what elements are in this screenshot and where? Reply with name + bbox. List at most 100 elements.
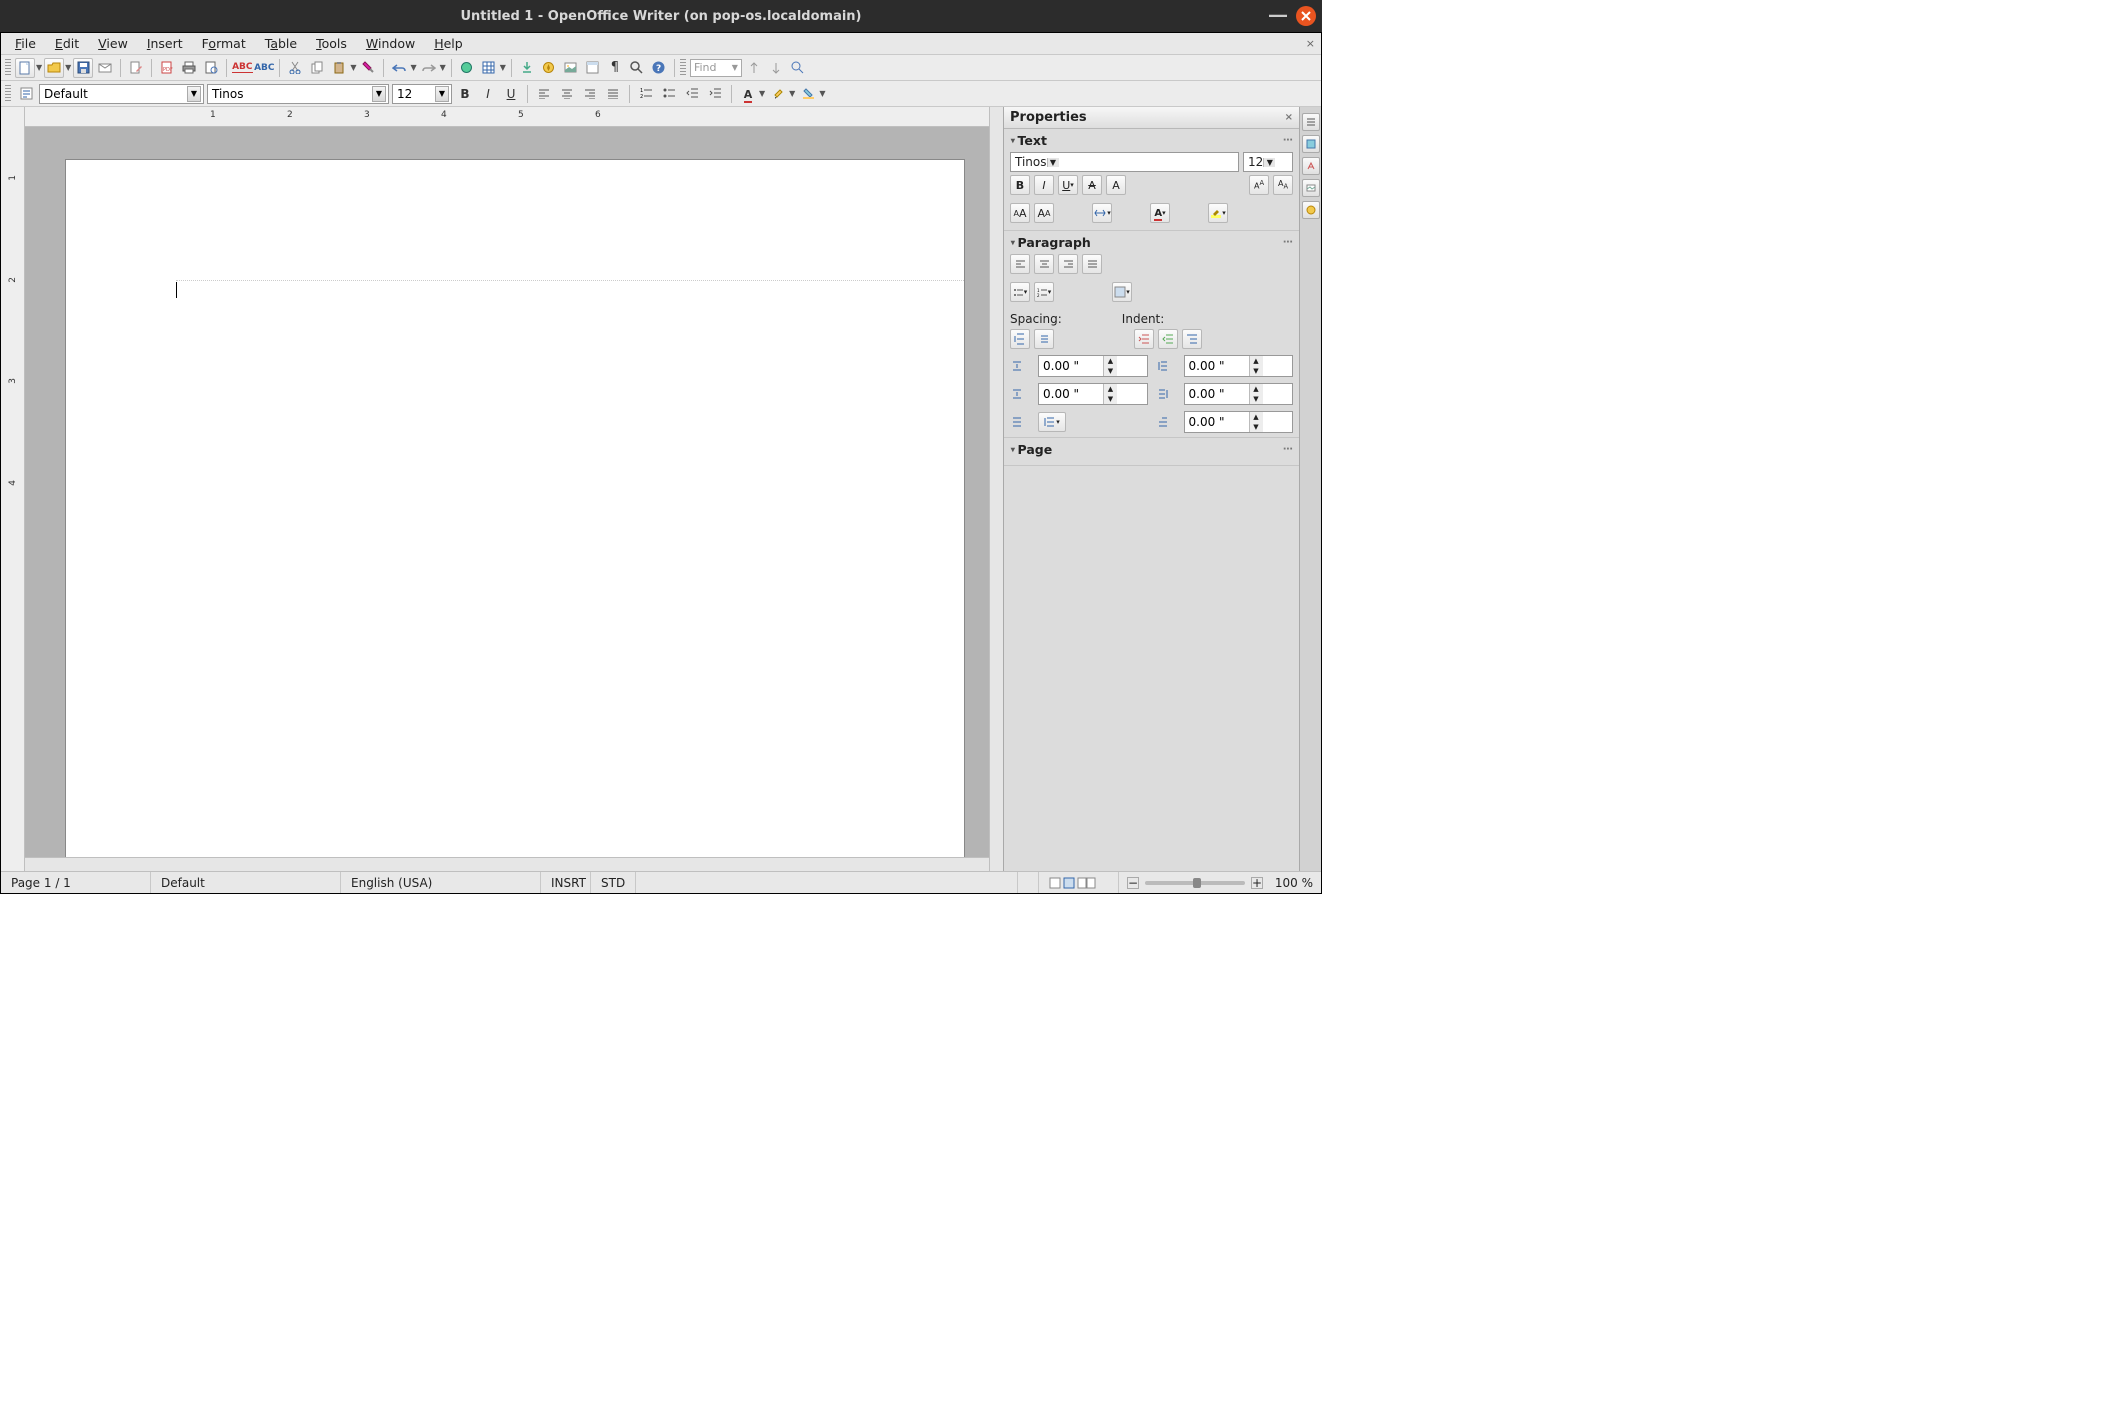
status-view-layout[interactable] <box>1039 872 1119 893</box>
find-next-button[interactable] <box>766 58 786 78</box>
sidebar-subscript-button[interactable]: AA <box>1273 175 1293 195</box>
menu-tools[interactable]: Tools <box>308 34 355 53</box>
redo-button[interactable] <box>419 58 439 78</box>
sidebar-underline-button[interactable]: U▾ <box>1058 175 1078 195</box>
find-prev-button[interactable] <box>744 58 764 78</box>
bullet-list-button[interactable] <box>659 84 679 104</box>
status-selection-mode[interactable]: STD <box>591 872 636 893</box>
document-area[interactable] <box>25 127 989 857</box>
paragraph-style-combo[interactable]: Default▼ <box>39 84 204 104</box>
toolbar-grip[interactable] <box>5 59 11 77</box>
find-all-button[interactable] <box>788 58 808 78</box>
italic-button[interactable]: I <box>478 84 498 104</box>
background-color-button[interactable] <box>798 84 818 104</box>
sidebar-tab-properties[interactable] <box>1302 135 1320 153</box>
background-color-dropdown[interactable]: ▼ <box>819 89 825 98</box>
sidebar-align-center-button[interactable] <box>1034 254 1054 274</box>
sidebar-spacing-button[interactable]: ▾ <box>1092 203 1112 223</box>
horizontal-ruler[interactable]: 1 2 3 4 5 6 <box>25 107 989 127</box>
decrease-spacing-button[interactable] <box>1034 329 1054 349</box>
font-color-button[interactable]: A <box>738 84 758 104</box>
sidebar-increase-font-button[interactable]: AA <box>1010 203 1030 223</box>
right-indent-spin[interactable]: ▲▼ <box>1184 383 1294 405</box>
table-button[interactable] <box>479 58 499 78</box>
navigator-button[interactable] <box>539 58 559 78</box>
menu-table[interactable]: Table <box>257 34 305 53</box>
status-style[interactable]: Default <box>151 872 341 893</box>
horizontal-scrollbar[interactable] <box>25 857 989 871</box>
hyperlink-button[interactable] <box>457 58 477 78</box>
spellcheck-button[interactable]: ABC <box>232 58 252 78</box>
status-modified[interactable] <box>636 872 1018 893</box>
align-left-button[interactable] <box>534 84 554 104</box>
sidebar-fontsize-combo[interactable]: 12▼ <box>1243 152 1293 172</box>
toolbar-grip-2[interactable] <box>680 59 686 77</box>
align-justify-button[interactable] <box>603 84 623 104</box>
bold-button[interactable]: B <box>455 84 475 104</box>
sidebar-bgcolor-button[interactable]: ▾ <box>1112 282 1132 302</box>
zoom-slider[interactable] <box>1145 881 1245 885</box>
align-center-button[interactable] <box>557 84 577 104</box>
edit-file-button[interactable] <box>126 58 146 78</box>
email-button[interactable] <box>95 58 115 78</box>
export-pdf-button[interactable]: PDF <box>157 58 177 78</box>
sidebar-bullets-button[interactable]: ▾ <box>1010 282 1030 302</box>
increase-indent-sidebar-button[interactable] <box>1134 329 1154 349</box>
sidebar-shadow-button[interactable]: A <box>1106 175 1126 195</box>
sidebar-close-icon[interactable]: × <box>1285 112 1293 123</box>
status-page[interactable]: Page 1 / 1 <box>1 872 151 893</box>
nonprinting-chars-button[interactable]: ¶ <box>605 58 625 78</box>
sidebar-align-left-button[interactable] <box>1010 254 1030 274</box>
format-paintbrush-button[interactable] <box>358 58 378 78</box>
vertical-ruler[interactable]: 1 2 3 4 <box>1 107 25 871</box>
font-color-dropdown[interactable]: ▼ <box>759 89 765 98</box>
menu-help[interactable]: Help <box>426 34 471 53</box>
paste-dropdown[interactable]: ▼ <box>350 63 356 72</box>
autospellcheck-button[interactable]: ABC <box>254 58 274 78</box>
menu-edit[interactable]: Edit <box>47 34 87 53</box>
sidebar-font-combo[interactable]: Tinos▼ <box>1010 152 1239 172</box>
styles-window-button[interactable] <box>16 84 36 104</box>
sidebar-tab-styles[interactable] <box>1302 157 1320 175</box>
increase-spacing-button[interactable] <box>1010 329 1030 349</box>
zoom-in-button[interactable]: + <box>1251 877 1263 889</box>
cut-button[interactable] <box>285 58 305 78</box>
undo-dropdown[interactable]: ▼ <box>410 63 416 72</box>
window-close-button[interactable] <box>1296 6 1316 26</box>
gallery-button[interactable] <box>561 58 581 78</box>
increase-indent-button[interactable] <box>705 84 725 104</box>
undo-button[interactable] <box>389 58 409 78</box>
redo-dropdown[interactable]: ▼ <box>440 63 446 72</box>
open-button[interactable] <box>44 58 64 78</box>
new-document-dropdown[interactable]: ▼ <box>36 63 42 72</box>
vertical-scrollbar[interactable] <box>989 107 1003 871</box>
menu-format[interactable]: Format <box>194 34 254 53</box>
sidebar-superscript-button[interactable]: AA <box>1249 175 1269 195</box>
paragraph-section-more-icon[interactable]: ⋯ <box>1283 237 1293 248</box>
highlight-dropdown[interactable]: ▼ <box>789 89 795 98</box>
line-spacing-button[interactable]: ▾ <box>1038 412 1066 432</box>
decrease-indent-button[interactable] <box>682 84 702 104</box>
hanging-indent-button[interactable] <box>1182 329 1202 349</box>
zoom-out-button[interactable]: − <box>1127 877 1139 889</box>
menu-insert[interactable]: Insert <box>139 34 191 53</box>
highlight-button[interactable] <box>768 84 788 104</box>
above-spacing-spin[interactable]: ▲▼ <box>1038 355 1148 377</box>
new-document-button[interactable] <box>15 58 35 78</box>
align-right-button[interactable] <box>580 84 600 104</box>
sidebar-decrease-font-button[interactable]: AA <box>1034 203 1054 223</box>
page-section-more-icon[interactable]: ⋯ <box>1283 444 1293 455</box>
status-insert-mode[interactable]: INSRT <box>541 872 591 893</box>
sidebar-strikethrough-button[interactable]: A <box>1082 175 1102 195</box>
help-button[interactable]: ? <box>649 58 669 78</box>
menu-file[interactable]: File <box>7 34 44 53</box>
underline-button[interactable]: U <box>501 84 521 104</box>
sidebar-fontcolor-button[interactable]: A▾ <box>1150 203 1170 223</box>
open-dropdown[interactable]: ▼ <box>65 63 71 72</box>
firstline-indent-spin[interactable]: ▲▼ <box>1184 411 1294 433</box>
text-section-more-icon[interactable]: ⋯ <box>1283 135 1293 146</box>
save-button[interactable] <box>73 58 93 78</box>
decrease-indent-sidebar-button[interactable] <box>1158 329 1178 349</box>
find-replace-button[interactable] <box>517 58 537 78</box>
page-section-toggle[interactable]: Page⋯ <box>1010 442 1293 457</box>
